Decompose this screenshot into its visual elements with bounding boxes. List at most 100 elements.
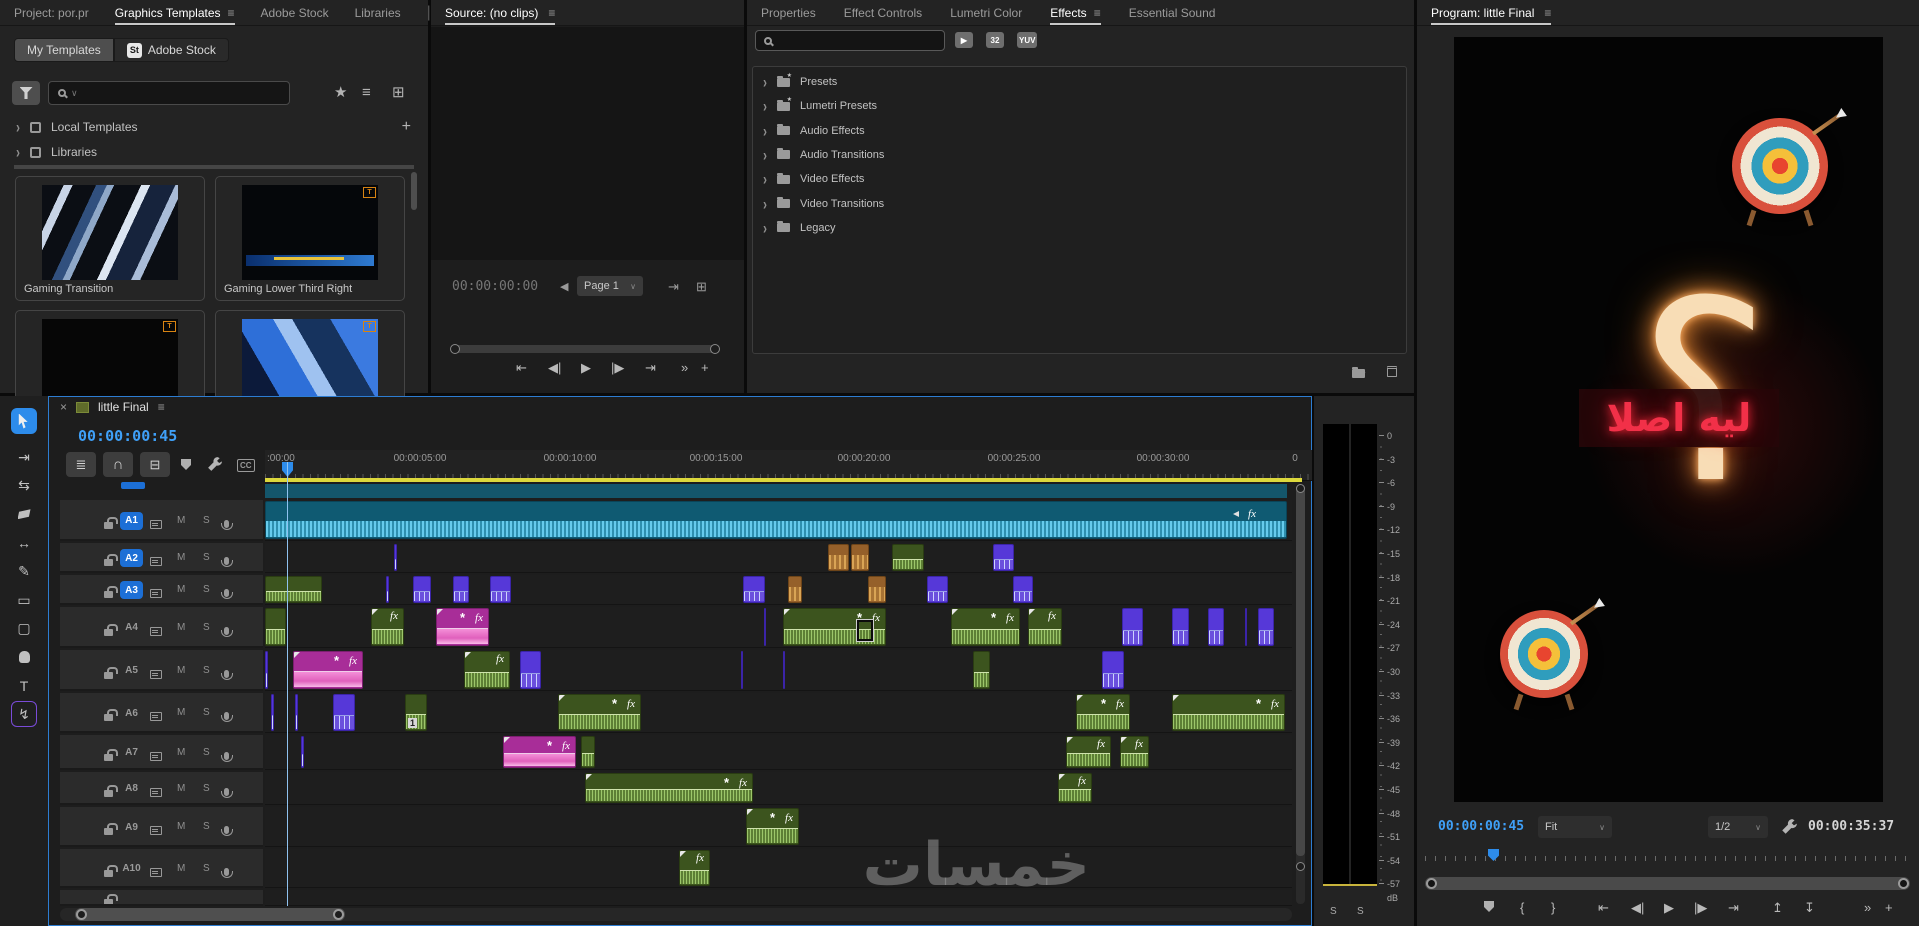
track-lock-icon[interactable] — [104, 748, 118, 766]
timeline-clip[interactable] — [581, 736, 595, 768]
h-scroll-thumb[interactable] — [75, 908, 345, 921]
track-lock-icon[interactable] — [104, 553, 118, 571]
timeline-clip[interactable] — [271, 694, 274, 731]
timeline-panel-menu-icon[interactable]: ≡ — [158, 400, 165, 414]
track-sync-icon[interactable] — [150, 748, 162, 766]
timeline-clip[interactable] — [520, 651, 541, 689]
track-sync-icon[interactable] — [150, 553, 162, 571]
timeline-clip[interactable] — [1245, 608, 1247, 646]
timeline-clip[interactable]: fx — [464, 651, 510, 689]
timeline-clip[interactable] — [1258, 608, 1274, 646]
track-voiceover-button[interactable] — [221, 821, 233, 839]
timeline-clip[interactable]: fx — [265, 501, 1287, 539]
go-to-in-button[interactable]: ⇤ — [516, 361, 527, 374]
zoom-level-dropdown[interactable]: Fit ∨ — [1538, 816, 1612, 838]
track-solo-button[interactable]: S — [203, 584, 210, 595]
timeline-clip[interactable] — [1172, 608, 1189, 646]
track-voiceover-button[interactable] — [221, 707, 233, 725]
timeline-clip[interactable] — [741, 651, 743, 689]
timeline-clip[interactable] — [851, 544, 869, 571]
timeline-clip[interactable] — [301, 736, 304, 768]
source-scroll-handle-right[interactable] — [710, 344, 720, 354]
track-mute-button[interactable]: M — [177, 863, 185, 874]
track-solo-button[interactable]: S — [203, 707, 210, 718]
effects-item-video-effects[interactable]: › Video Effects — [763, 169, 864, 189]
step-forward-button[interactable]: |▶ — [611, 361, 624, 374]
tab-essential-sound[interactable]: Essential Sound — [1129, 0, 1216, 25]
timeline-clip[interactable]: * fx — [1172, 694, 1285, 731]
track-target-badge[interactable]: A7 — [120, 744, 143, 762]
timeline-clip[interactable] — [386, 576, 389, 603]
track-solo-button[interactable]: S — [203, 821, 210, 832]
timeline-clip[interactable] — [265, 608, 286, 646]
track-voiceover-button[interactable] — [221, 783, 233, 801]
slip-tool[interactable]: ↔ — [11, 530, 37, 556]
template-search-input[interactable]: ∨ — [48, 81, 290, 105]
track-sync-icon[interactable] — [150, 784, 162, 802]
track-lane-A5[interactable] — [265, 650, 1292, 691]
meter-solo-left[interactable]: S — [1330, 906, 1337, 917]
track-target-badge[interactable]: A10 — [120, 860, 143, 878]
program-timecode[interactable]: 00:00:00:45 — [1438, 819, 1524, 834]
track-target-badge[interactable]: A1 — [120, 511, 143, 530]
timeline-clip[interactable] — [788, 576, 802, 603]
checkbox[interactable] — [30, 146, 41, 158]
pen-tool[interactable]: ✎ — [11, 558, 37, 584]
timeline-clip[interactable]: * fx — [951, 608, 1020, 646]
favorites-star-icon[interactable]: ★ — [334, 85, 347, 100]
tree-item-libraries[interactable]: › Libraries — [16, 142, 411, 162]
view-button-adobe-stock[interactable]: St Adobe Stock — [113, 38, 229, 62]
timeline-clip[interactable]: * fx — [1076, 694, 1130, 731]
panel-menu-icon[interactable]: ≡ — [228, 6, 235, 20]
timeline-clip[interactable]: * fx — [585, 773, 753, 803]
track-solo-button[interactable]: S — [203, 747, 210, 758]
new-item-icon[interactable]: ⊞ — [392, 85, 405, 100]
chevron-right-icon[interactable]: › — [763, 96, 767, 116]
playback-resolution-dropdown[interactable]: 1/2 ∨ — [1708, 816, 1768, 838]
track-lock-icon[interactable] — [104, 516, 118, 534]
mark-out-button[interactable]: } — [1551, 901, 1555, 914]
panel-menu-icon[interactable]: ≡ — [1094, 6, 1101, 20]
checkbox[interactable] — [30, 121, 41, 133]
track-target-badge[interactable]: A6 — [120, 704, 143, 722]
timeline-clip[interactable]: * fx — [293, 651, 363, 689]
source-page-dropdown[interactable]: Page 1 ∨ — [577, 276, 643, 296]
track-lock-icon[interactable] — [104, 585, 118, 603]
go-to-out-button[interactable]: ⇥ — [645, 361, 656, 374]
track-mute-button[interactable]: M — [177, 622, 185, 633]
track-mute-button[interactable]: M — [177, 747, 185, 758]
program-mini-ruler[interactable] — [1425, 849, 1910, 861]
track-solo-button[interactable]: S — [203, 552, 210, 563]
thirtytwo-bit-badge[interactable]: 32 — [986, 32, 1004, 48]
timeline-clip[interactable] — [265, 576, 322, 603]
timeline-clip[interactable] — [295, 694, 298, 731]
extract-button[interactable]: ↧ — [1804, 901, 1815, 914]
track-target-badge[interactable]: A8 — [120, 780, 143, 798]
timeline-clip[interactable] — [453, 576, 469, 603]
timeline-clip[interactable] — [265, 651, 268, 689]
track-target-badge[interactable]: A2 — [120, 549, 143, 567]
track-lane-partial[interactable] — [265, 890, 1292, 906]
selection-tool[interactable] — [11, 408, 37, 434]
effects-item-legacy[interactable]: › Legacy — [763, 218, 835, 238]
sort-icon[interactable]: ≡ — [362, 85, 371, 100]
timeline-clip[interactable]: fx — [1066, 736, 1111, 768]
razor-tool[interactable] — [11, 501, 37, 527]
more-button[interactable]: » — [681, 361, 688, 374]
timeline-clip[interactable] — [868, 576, 886, 603]
video-track-patch[interactable] — [121, 482, 145, 489]
effects-item-audio-transitions[interactable]: › Audio Transitions — [763, 145, 884, 165]
track-lock-icon[interactable] — [104, 623, 118, 641]
v-scroll-handle-bottom[interactable] — [1296, 862, 1305, 871]
scroll-handle-left[interactable] — [1426, 878, 1437, 889]
go-to-in-button[interactable]: ⇤ — [1598, 901, 1609, 914]
track-voiceover-button[interactable] — [221, 665, 233, 683]
track-target-badge[interactable]: A4 — [120, 619, 143, 637]
track-mute-button[interactable]: M — [177, 552, 185, 563]
timeline-clip[interactable] — [1208, 608, 1224, 646]
timeline-clip[interactable] — [1013, 576, 1033, 603]
add-icon[interactable]: + — [402, 118, 411, 136]
track-mute-button[interactable]: M — [177, 665, 185, 676]
track-solo-button[interactable]: S — [203, 783, 210, 794]
timeline-vertical-scrollbar[interactable] — [1296, 484, 1305, 904]
